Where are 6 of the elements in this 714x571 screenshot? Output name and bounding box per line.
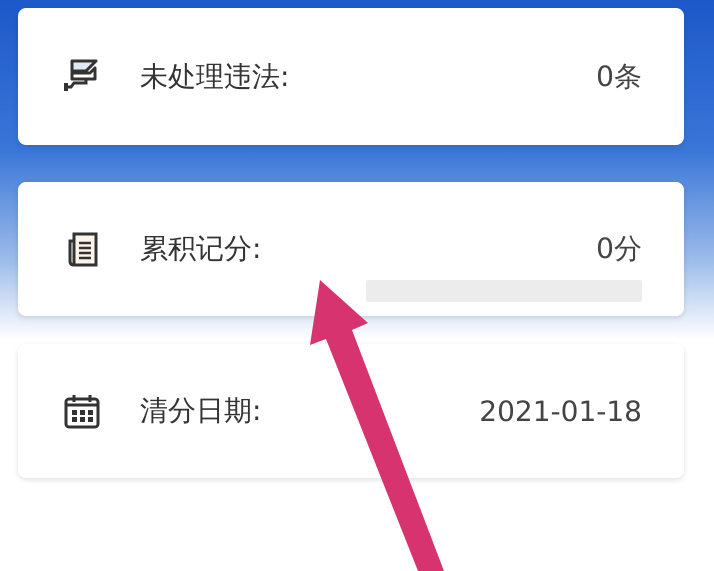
- field-value: 0分: [596, 231, 642, 267]
- field-value: 2021-01-18: [479, 394, 642, 428]
- field-label: 清分日期:: [140, 393, 262, 429]
- field-label: 未处理违法:: [140, 58, 290, 94]
- field-label: 累积记分:: [140, 231, 262, 267]
- field-value: 0条: [596, 58, 642, 94]
